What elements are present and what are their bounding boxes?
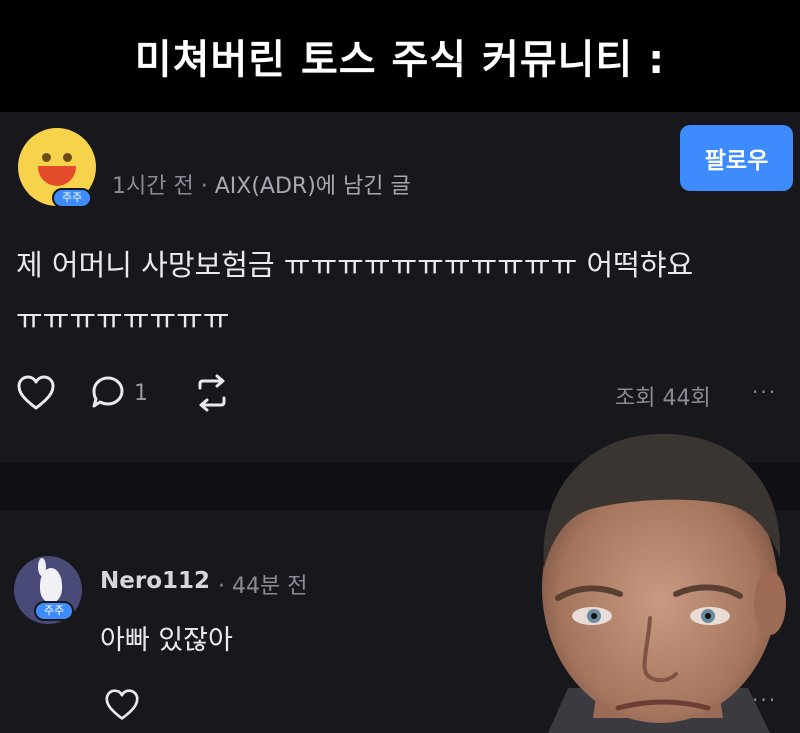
- heart-icon: [105, 689, 139, 720]
- post-body: 제 어머니 사망보험금 ㅠㅠㅠㅠㅠㅠㅠㅠㅠㅠㅠ 어떡햐요 ㅠㅠㅠㅠㅠㅠㅠㅠ: [16, 238, 756, 346]
- heart-icon: [17, 375, 55, 410]
- caption-text: 미쳐버린 토스 주식 커뮤니티 :: [134, 37, 666, 83]
- comment-count: 1: [134, 380, 148, 406]
- like-button[interactable]: [16, 374, 56, 412]
- shareholder-badge: 주주: [52, 188, 93, 208]
- avatar-eye: [63, 153, 72, 162]
- repost-icon: [198, 374, 226, 412]
- post-body-line: ㅠㅠㅠㅠㅠㅠㅠㅠ: [16, 302, 230, 336]
- meta-separator: ·: [200, 174, 208, 199]
- shareholder-badge: 주주: [34, 601, 75, 621]
- comment-author-name[interactable]: Nero112: [100, 568, 210, 594]
- comment-like-button[interactable]: [104, 688, 140, 722]
- bunny-icon: [40, 568, 62, 602]
- post-time: 1시간 전: [112, 174, 194, 199]
- stock-link[interactable]: AIX(ADR)에 남긴 글: [215, 174, 411, 199]
- comment-button[interactable]: 1: [90, 374, 148, 412]
- avatar-mouth: [38, 166, 76, 186]
- more-icon[interactable]: ···: [752, 380, 777, 404]
- comment-body: 아빠 있잖아: [100, 625, 233, 656]
- repost-button[interactable]: [190, 374, 234, 412]
- comment-icon: [92, 376, 124, 408]
- view-count: 조회 44회: [615, 386, 711, 411]
- post-meta: 1시간 전 · AIX(ADR)에 남긴 글: [112, 168, 411, 200]
- follow-button[interactable]: 팔로우: [680, 125, 793, 191]
- avatar-eye: [42, 153, 51, 162]
- caption-bar: 미쳐버린 토스 주식 커뮤니티 :: [0, 0, 800, 112]
- post-body-line: 제 어머니 사망보험금 ㅠㅠㅠㅠㅠㅠㅠㅠㅠㅠㅠ 어떡햐요: [16, 248, 694, 282]
- reaction-face-image: [542, 433, 786, 733]
- comment-time: · 44분 전: [218, 574, 308, 599]
